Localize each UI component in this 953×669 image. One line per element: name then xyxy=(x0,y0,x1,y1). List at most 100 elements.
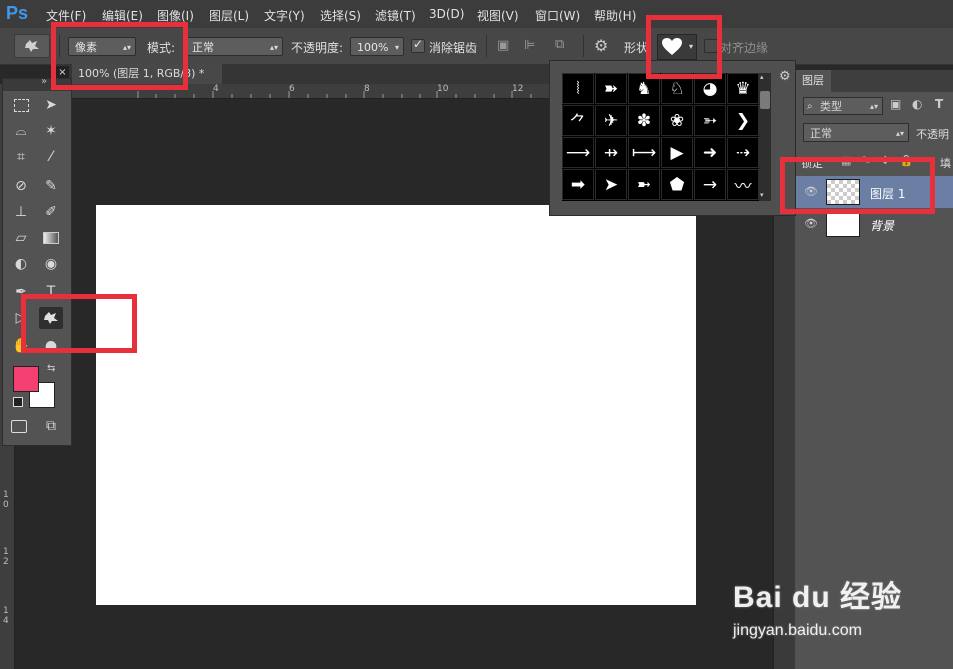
arrow-right-icon[interactable]: → xyxy=(694,169,726,200)
magic-wand-tool-icon[interactable]: ✶ xyxy=(39,120,63,142)
arrow-wave-icon[interactable]: 〰 xyxy=(727,169,759,200)
ruler-tick: 2 xyxy=(3,557,9,567)
ruler-tick: 4 xyxy=(3,616,9,626)
layers-tab-bar: 图层 xyxy=(795,70,953,92)
crop-tool-icon[interactable]: ⌗ xyxy=(9,146,33,168)
menu-type[interactable]: 文字(Y) xyxy=(264,7,305,24)
arrow-double-icon[interactable]: ⇸ xyxy=(595,137,627,168)
layer-name: 背景 xyxy=(870,219,895,233)
blend-mode-select[interactable]: 正常 ▴▾ xyxy=(185,37,283,56)
arrow-pointed-icon[interactable]: ➤ xyxy=(595,169,627,200)
rabbit-icon[interactable]: ♛ xyxy=(727,73,759,104)
bird-icon[interactable]: ⺈ xyxy=(562,105,594,136)
select-arrow-icon: ▴▾ xyxy=(269,43,278,52)
menu-select[interactable]: 选择(S) xyxy=(320,7,361,24)
shape-grid: ⦚ ➽ ♞ ♘ ◕ ♛ ⺈ ✈ ✽ ❀ ➳ ❯ ⟶ ⇸ ⟼ ▶ ➜ ⇢ ➡ ➤ ➼ ⬟ → 〰 xyxy=(562,73,760,201)
dodge-tool-icon[interactable]: ◉ xyxy=(39,253,63,275)
opacity-value: 100% xyxy=(357,41,389,54)
fish-icon[interactable]: ➽ xyxy=(595,73,627,104)
align-edges-label: 对齐边缘 xyxy=(720,41,769,55)
opacity-label: 不透明度: xyxy=(291,41,344,55)
select-arrow-icon: ▴▾ xyxy=(895,129,904,138)
scroll-up-icon[interactable]: ▴ xyxy=(760,73,764,81)
eye-icon[interactable]: 👁 xyxy=(804,217,818,230)
antialias-checkbox[interactable]: ✓ xyxy=(411,37,425,53)
filter-pixel-icon[interactable]: ▣ xyxy=(890,97,901,111)
annotation-box-layer xyxy=(780,157,935,214)
custom-shape-icon xyxy=(25,40,39,52)
search-icon: ⌕ xyxy=(807,101,813,112)
healing-brush-tool-icon[interactable]: ⊘ xyxy=(9,175,33,197)
scrollbar-thumb[interactable] xyxy=(760,91,770,109)
shape-label: 形状 xyxy=(624,41,649,55)
paw-print-icon[interactable]: ❀ xyxy=(661,105,693,136)
move-tool-icon[interactable]: ➤ xyxy=(39,94,63,116)
watermark-url: jingyan.baidu.com xyxy=(733,622,862,639)
annotation-box-tool xyxy=(21,294,137,353)
layer-blend-mode-value: 正常 xyxy=(810,127,832,140)
document-canvas[interactable] xyxy=(96,205,696,605)
gradient-tool-icon[interactable] xyxy=(39,227,63,249)
eyedropper-tool-icon[interactable]: ⁄ xyxy=(39,146,63,168)
default-colors-icon[interactable] xyxy=(13,397,23,407)
screen-mode-icon[interactable]: ⧉ xyxy=(39,415,63,437)
gear-icon[interactable]: ⚙ xyxy=(594,36,608,55)
lasso-tool-icon[interactable]: ⌓ xyxy=(9,120,33,142)
ruler-tick: 0 xyxy=(3,500,9,510)
ruler-tick: 1 xyxy=(3,547,9,557)
quick-mask-icon[interactable] xyxy=(7,415,31,437)
scroll-down-icon[interactable]: ▾ xyxy=(760,191,764,199)
chevron-arrow-icon[interactable]: ❯ xyxy=(727,105,759,136)
path-arrangement-icon[interactable]: ⧉ xyxy=(555,37,564,52)
arrow-feathered-icon[interactable]: ➳ xyxy=(694,105,726,136)
fill-label: 填 xyxy=(940,157,951,170)
menu-help[interactable]: 帮助(H) xyxy=(594,7,636,24)
layer-thumbnail xyxy=(826,211,860,237)
collapse-arrows-icon[interactable]: » xyxy=(41,76,47,87)
arrow-triangle-icon[interactable]: ▶ xyxy=(661,137,693,168)
blur-tool-icon[interactable]: ◐ xyxy=(9,253,33,275)
filter-type-icon[interactable]: T xyxy=(935,97,943,111)
dove-icon[interactable]: ✈ xyxy=(595,105,627,136)
path-operations-icon[interactable]: ▣ xyxy=(497,38,509,53)
arrow-pentagon-icon[interactable]: ⬟ xyxy=(661,169,693,200)
menu-window[interactable]: 窗口(W) xyxy=(535,7,580,24)
checkmark-icon: ✓ xyxy=(413,37,424,51)
arrow-long-icon[interactable]: ⟼ xyxy=(628,137,660,168)
layer-blend-mode-select[interactable]: 正常 ▴▾ xyxy=(803,123,909,142)
brush-tool-icon[interactable]: ✎ xyxy=(39,175,63,197)
photoshop-logo: Ps xyxy=(6,3,29,23)
layers-tab[interactable]: 图层 xyxy=(795,70,831,92)
history-brush-tool-icon[interactable]: ✐ xyxy=(39,201,63,223)
menu-view[interactable]: 视图(V) xyxy=(477,7,519,24)
arrow-block-icon[interactable]: ➡ xyxy=(562,169,594,200)
arrow-notched-icon[interactable]: ➼ xyxy=(628,169,660,200)
paw-icon[interactable]: ✽ xyxy=(628,105,660,136)
marquee-tool-icon[interactable] xyxy=(9,94,33,116)
blend-mode-value: 正常 xyxy=(192,41,214,54)
path-alignment-icon[interactable]: ⊫ xyxy=(524,38,535,53)
baidu-logo: Bai du 经验 xyxy=(733,581,903,614)
opacity-field[interactable]: 100% ▾ xyxy=(350,37,404,56)
antialias-label: 消除锯齿 xyxy=(429,41,478,55)
arrow-bold-icon[interactable]: ➜ xyxy=(694,137,726,168)
shape-picker-popup: ⦚ ➽ ♞ ♘ ◕ ♛ ⺈ ✈ ✽ ❀ ➳ ❯ ⟶ ⇸ ⟼ ▶ ➜ ⇢ ➡ ➤ ➼ ⬟ → 〰 ▴ ▾ ⚙ xyxy=(549,60,796,216)
menu-filter[interactable]: 滤镜(T) xyxy=(375,7,416,24)
annotation-box-mode xyxy=(51,22,188,90)
shape-picker-scrollbar[interactable]: ▴ ▾ xyxy=(759,73,771,201)
clone-stamp-tool-icon[interactable]: ⊥ xyxy=(9,201,33,223)
gear-icon[interactable]: ⚙ xyxy=(779,69,791,84)
layer-filter-select[interactable]: ⌕ 类型 ▴▾ xyxy=(803,97,883,115)
filter-adjustment-icon[interactable]: ◐ xyxy=(912,97,922,111)
menu-3d[interactable]: 3D(D) xyxy=(429,7,464,21)
swap-colors-icon[interactable]: ⇆ xyxy=(47,363,55,374)
dropdown-arrow-icon: ▾ xyxy=(394,43,399,52)
bone-icon[interactable]: ⦚ xyxy=(562,73,594,104)
eraser-tool-icon[interactable]: ▱ xyxy=(9,227,33,249)
tool-preset-picker[interactable] xyxy=(14,34,50,58)
foreground-color-swatch-top[interactable] xyxy=(13,366,39,392)
arrow-dashed-icon[interactable]: ⇢ xyxy=(727,137,759,168)
menu-layer[interactable]: 图层(L) xyxy=(209,7,249,24)
layer-opacity-label: 不透明 xyxy=(916,128,949,141)
arrow-thin-icon[interactable]: ⟶ xyxy=(562,137,594,168)
